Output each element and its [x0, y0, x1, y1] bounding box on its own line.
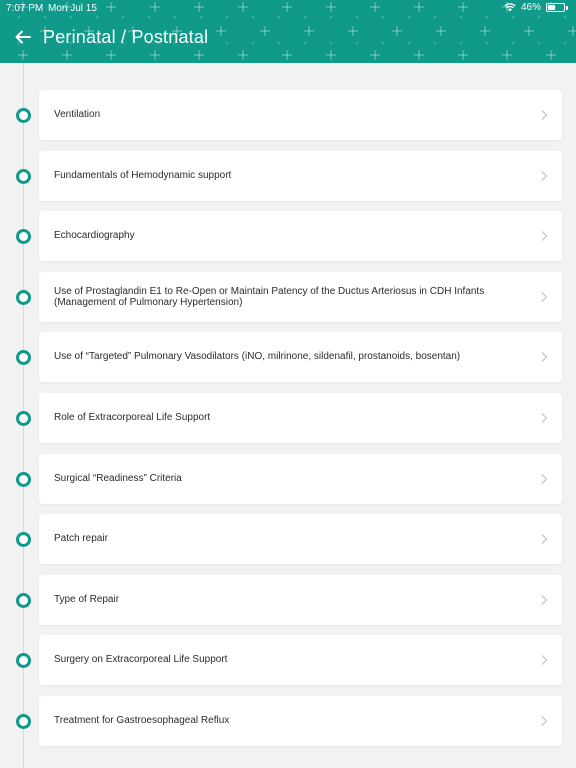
topic-label: Surgical “Readiness” Criteria: [54, 473, 182, 485]
battery-level: [548, 5, 555, 10]
timeline-node-icon: [16, 229, 31, 244]
topic-card[interactable]: Use of Prostaglandin E1 to Re-Open or Ma…: [39, 272, 562, 322]
timeline-node-icon: [16, 169, 31, 184]
timeline-node-icon: [16, 350, 31, 365]
timeline-node-icon: [16, 290, 31, 305]
topic-card[interactable]: Echocardiography: [39, 211, 562, 261]
chevron-right-icon: [541, 292, 548, 302]
list-item: Surgery on Extracorporeal Life Support: [0, 635, 576, 685]
topic-card[interactable]: Fundamentals of Hemodynamic support: [39, 151, 562, 201]
topic-card[interactable]: Patch repair: [39, 514, 562, 564]
list-item: Role of Extracorporeal Life Support: [0, 393, 576, 443]
status-time: 7:07 PM: [6, 3, 44, 14]
topic-card[interactable]: Surgery on Extracorporeal Life Support: [39, 635, 562, 685]
battery-icon: [546, 3, 565, 12]
topic-label: Echocardiography: [54, 230, 135, 242]
list-item: Ventilation: [0, 90, 576, 140]
chevron-right-icon: [541, 655, 548, 665]
timeline-node-icon: [16, 532, 31, 547]
timeline-node-icon: [16, 653, 31, 668]
list-item: Use of Prostaglandin E1 to Re-Open or Ma…: [0, 272, 576, 322]
list-item: Echocardiography: [0, 211, 576, 261]
list-item: Type of Repair: [0, 575, 576, 625]
topic-card[interactable]: Use of “Targeted” Pulmonary Vasodilators…: [39, 332, 562, 382]
chevron-right-icon: [541, 171, 548, 181]
list-item: Fundamentals of Hemodynamic support: [0, 151, 576, 201]
topic-label: Surgery on Extracorporeal Life Support: [54, 654, 228, 666]
topic-label: Treatment for Gastroesophageal Reflux: [54, 715, 230, 727]
wifi-icon: [504, 3, 516, 12]
app-header: 7:07 PM Mon Jul 15 46% Perinatal / Postn…: [0, 0, 576, 63]
topic-label: Role of Extracorporeal Life Support: [54, 412, 211, 424]
topic-label: Use of “Targeted” Pulmonary Vasodilators…: [54, 351, 461, 363]
topic-label: Use of Prostaglandin E1 to Re-Open or Ma…: [54, 285, 485, 309]
topic-label: Ventilation: [54, 109, 101, 121]
list-item: Surgical “Readiness” Criteria: [0, 454, 576, 504]
topic-label: Patch repair: [54, 533, 108, 545]
arrow-left-icon[interactable]: [12, 26, 34, 48]
battery-tip: [566, 5, 568, 10]
status-date: Mon Jul 15: [48, 3, 97, 14]
topic-card[interactable]: Ventilation: [39, 90, 562, 140]
topic-card[interactable]: Role of Extracorporeal Life Support: [39, 393, 562, 443]
topic-card[interactable]: Surgical “Readiness” Criteria: [39, 454, 562, 504]
chevron-right-icon: [541, 474, 548, 484]
timeline-node-icon: [16, 108, 31, 123]
topic-card[interactable]: Type of Repair: [39, 575, 562, 625]
status-indicators: 46%: [504, 2, 568, 13]
chevron-right-icon: [541, 716, 548, 726]
chevron-right-icon: [541, 534, 548, 544]
timeline-node-icon: [16, 714, 31, 729]
topic-label: Fundamentals of Hemodynamic support: [54, 170, 232, 182]
list-item: Treatment for Gastroesophageal Reflux: [0, 696, 576, 746]
timeline-node-icon: [16, 472, 31, 487]
page-title: Perinatal / Postnatal: [43, 27, 209, 47]
topic-label: Type of Repair: [54, 594, 120, 606]
chevron-right-icon: [541, 352, 548, 362]
list-item: Patch repair: [0, 514, 576, 564]
timeline-node-icon: [16, 593, 31, 608]
chevron-right-icon: [541, 231, 548, 241]
status-bar: 7:07 PM Mon Jul 15 46%: [0, 0, 576, 16]
battery-percent: 46%: [520, 2, 541, 13]
timeline-node-icon: [16, 411, 31, 426]
chevron-right-icon: [541, 413, 548, 423]
chevron-right-icon: [541, 595, 548, 605]
chevron-right-icon: [541, 110, 548, 120]
topic-card[interactable]: Treatment for Gastroesophageal Reflux: [39, 696, 562, 746]
list-item: Use of “Targeted” Pulmonary Vasodilators…: [0, 332, 576, 382]
navigation-bar: Perinatal / Postnatal: [0, 18, 576, 58]
